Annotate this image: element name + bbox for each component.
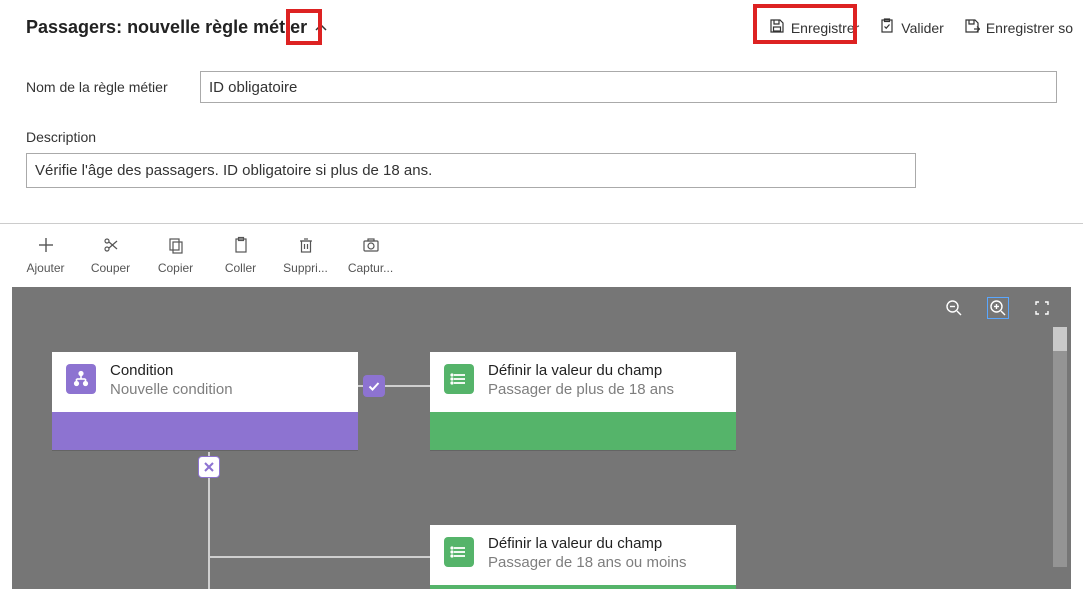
node-text: Définir la valeur du champ Passager de p… <box>488 362 674 400</box>
branch-icon <box>66 364 96 394</box>
set-field-node-false[interactable]: Définir la valeur du champ Passager de 1… <box>430 525 736 589</box>
delete-button[interactable]: Suppri... <box>278 232 333 279</box>
list-icon <box>444 537 474 567</box>
save-button[interactable]: Enregistrer <box>759 12 869 43</box>
camera-icon <box>362 236 380 257</box>
copy-button[interactable]: Copier <box>148 232 203 279</box>
header: Passagers: nouvelle règle métier Enregis… <box>0 0 1083 55</box>
save-as-label: Enregistrer so <box>986 20 1073 36</box>
branch-false-badge[interactable] <box>198 456 220 478</box>
page-title: Passagers: nouvelle règle métier <box>26 17 307 38</box>
save-label: Enregistrer <box>791 20 859 36</box>
plus-icon <box>37 236 55 257</box>
clipboard-icon <box>232 236 250 257</box>
validate-button[interactable]: Valider <box>869 12 954 43</box>
trash-icon <box>297 236 315 257</box>
node-footer <box>430 412 736 450</box>
cut-label: Couper <box>91 261 130 275</box>
scrollbar-thumb[interactable] <box>1053 327 1067 351</box>
snapshot-label: Captur... <box>348 261 393 275</box>
node-header: Définir la valeur du champ Passager de 1… <box>430 525 736 585</box>
connector <box>208 556 430 558</box>
paste-button[interactable]: Coller <box>213 232 268 279</box>
form-area: Nom de la règle métier Description Vérif… <box>0 71 1083 207</box>
canvas-controls <box>943 297 1053 319</box>
zoom-in-button[interactable] <box>987 297 1009 319</box>
node-title: Définir la valeur du champ <box>488 535 686 554</box>
save-as-button[interactable]: Enregistrer so <box>954 12 1083 43</box>
scissors-icon <box>102 236 120 257</box>
snapshot-button[interactable]: Captur... <box>343 232 398 279</box>
name-row: Nom de la règle métier <box>26 71 1057 103</box>
name-label: Nom de la règle métier <box>26 79 186 95</box>
node-text: Condition Nouvelle condition <box>110 362 233 400</box>
node-title: Condition <box>110 362 233 381</box>
save-icon <box>769 18 785 37</box>
header-actions: Enregistrer Valider Enregistrer so <box>759 12 1083 43</box>
node-footer <box>52 412 358 450</box>
save-as-icon <box>964 18 980 37</box>
validate-label: Valider <box>901 20 944 36</box>
description-input[interactable]: Vérifie l'âge des passagers. ID obligato… <box>26 153 916 188</box>
description-label: Description <box>26 129 1057 145</box>
branch-true-badge[interactable] <box>363 375 385 397</box>
canvas[interactable]: Condition Nouvelle condition Définir la … <box>12 287 1071 589</box>
node-subtitle: Passager de 18 ans ou moins <box>488 554 686 573</box>
cut-button[interactable]: Couper <box>83 232 138 279</box>
copy-icon <box>167 236 185 257</box>
node-header: Condition Nouvelle condition <box>52 352 358 412</box>
node-title: Définir la valeur du champ <box>488 362 674 381</box>
add-button[interactable]: Ajouter <box>18 232 73 279</box>
paste-label: Coller <box>225 261 256 275</box>
node-text: Définir la valeur du champ Passager de 1… <box>488 535 686 573</box>
list-icon <box>444 364 474 394</box>
node-footer <box>430 585 736 589</box>
clipboard-check-icon <box>879 18 895 37</box>
node-subtitle: Nouvelle condition <box>110 381 233 400</box>
delete-label: Suppri... <box>283 261 328 275</box>
name-input[interactable] <box>200 71 1057 103</box>
header-left: Passagers: nouvelle règle métier <box>26 17 329 38</box>
set-field-node-true[interactable]: Définir la valeur du champ Passager de p… <box>430 352 736 450</box>
toolbar: Ajouter Couper Copier Coller Suppri... C… <box>0 224 1083 283</box>
node-subtitle: Passager de plus de 18 ans <box>488 381 674 400</box>
vertical-scrollbar[interactable] <box>1053 327 1067 567</box>
node-header: Définir la valeur du champ Passager de p… <box>430 352 736 412</box>
fit-screen-button[interactable] <box>1031 297 1053 319</box>
zoom-out-button[interactable] <box>943 297 965 319</box>
copy-label: Copier <box>158 261 193 275</box>
condition-node[interactable]: Condition Nouvelle condition <box>52 352 358 450</box>
add-label: Ajouter <box>26 261 64 275</box>
chevron-up-icon[interactable] <box>313 20 329 36</box>
